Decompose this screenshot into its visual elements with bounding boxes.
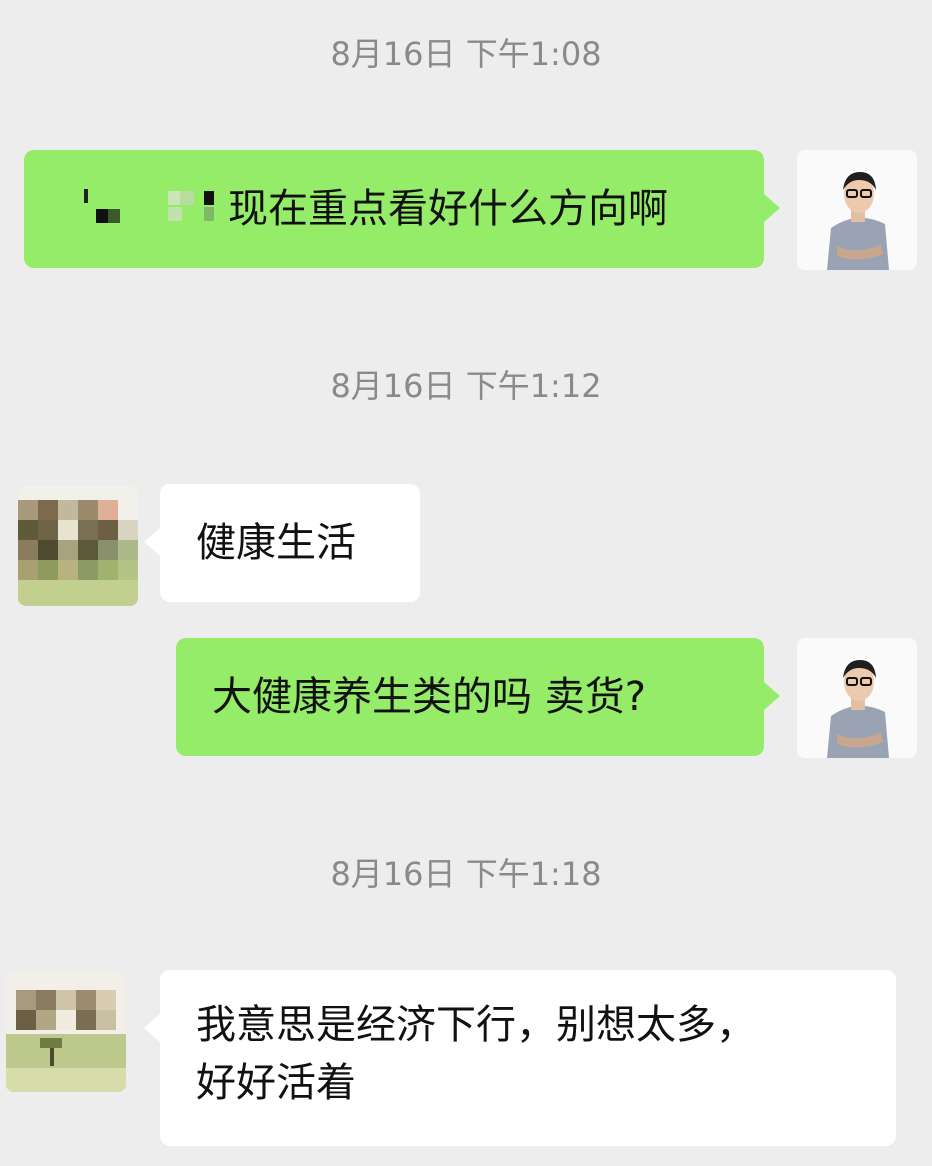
bubble-tail	[764, 194, 780, 222]
message-text: 健康生活	[196, 520, 356, 566]
contact-avatar[interactable]	[18, 486, 138, 606]
man-with-glasses-photo-avatar-icon	[797, 638, 917, 758]
message-bubble-sent[interactable]: 大健康养生类的吗 卖货?	[176, 638, 780, 756]
pixelated-landscape-avatar-icon	[6, 972, 126, 1092]
message-text: 大健康养生类的吗 卖货?	[212, 674, 646, 720]
message-text: 现在重点看好什么方向啊	[228, 186, 668, 232]
message-bubble-sent[interactable]: 现在重点看好什么方向啊	[24, 150, 780, 268]
timestamp: 8月16日 下午1:08	[330, 35, 602, 73]
contact-avatar[interactable]	[6, 972, 126, 1092]
bubble-tail	[764, 682, 780, 710]
my-avatar[interactable]	[797, 150, 917, 270]
message-bubble-received[interactable]: 健康生活	[144, 484, 420, 602]
message-bubble-received[interactable]: 我意思是经济下行，别想太多， 好好活着	[144, 970, 896, 1146]
man-with-glasses-photo-avatar-icon	[797, 150, 917, 270]
pixelated-landscape-avatar-icon	[18, 486, 138, 606]
timestamp: 8月16日 下午1:18	[330, 855, 602, 893]
message-text-line: 好好活着	[196, 1060, 356, 1106]
timestamp: 8月16日 下午1:12	[330, 367, 602, 405]
my-avatar[interactable]	[797, 638, 917, 758]
redacted-name-blur	[84, 180, 224, 238]
bubble-tail	[144, 1014, 160, 1042]
bubble-tail	[144, 528, 160, 556]
message-text-line: 我意思是经济下行，别想太多，	[196, 1002, 756, 1048]
